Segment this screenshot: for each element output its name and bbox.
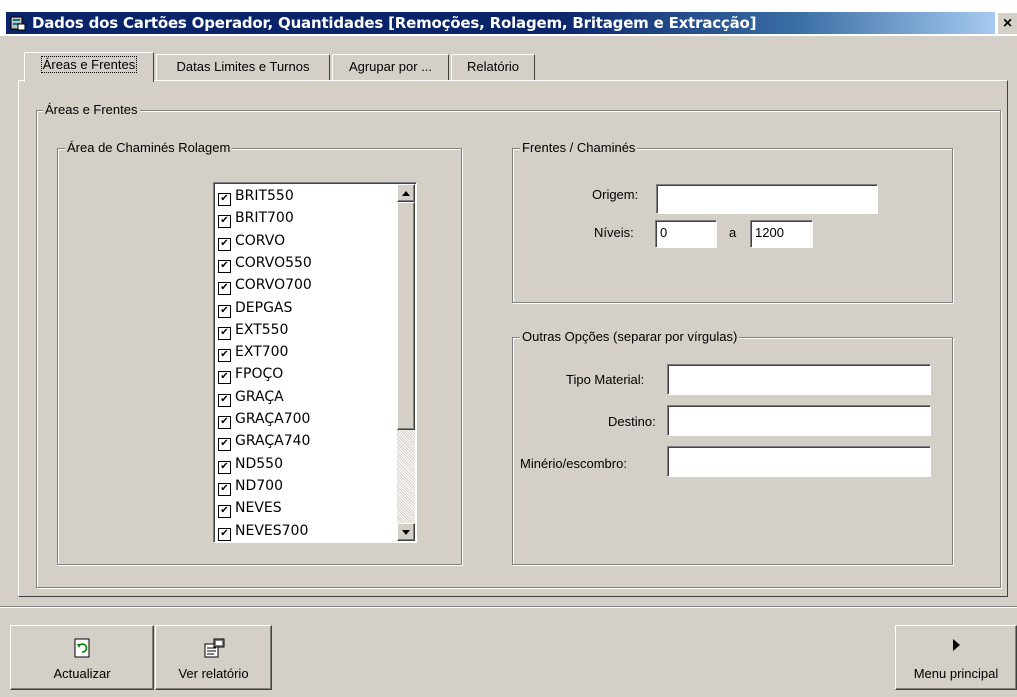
list-item-label: EXT700 (235, 344, 289, 361)
checkbox[interactable]: ✔ (218, 438, 231, 452)
list-item[interactable]: ✔ CORVO550 (218, 252, 312, 274)
tipo-material-label: Tipo Material: (566, 372, 645, 387)
list-item-label: GRAÇA (235, 388, 284, 405)
list-item[interactable]: ✔ NEVES700 (218, 520, 308, 542)
actualizar-button-label: Actualizar (53, 666, 111, 681)
menu-principal-button[interactable]: Menu principal (895, 625, 1017, 690)
app-icon (10, 16, 26, 31)
report-icon (204, 638, 224, 658)
play-arrow-icon (953, 639, 960, 651)
list-item[interactable]: ✔ EXT700 (218, 341, 288, 363)
tab-areas-frentes-label: Áreas e Frentes (40, 56, 138, 73)
checkbox[interactable]: ✔ (218, 259, 231, 273)
origem-label: Origem: (592, 187, 639, 202)
tab-relatorio[interactable]: Relatório (451, 54, 535, 80)
origem-input[interactable] (656, 184, 878, 214)
checkbox[interactable]: ✔ (218, 215, 231, 229)
list-item-label: ND700 (235, 477, 283, 494)
list-item[interactable]: ✔ GRAÇA700 (218, 408, 310, 430)
listbox-scrollbar[interactable] (397, 184, 415, 541)
checkbox[interactable]: ✔ (218, 416, 231, 429)
arrow-down-icon (402, 530, 410, 535)
areas-frentes-frame-label: Áreas e Frentes (43, 102, 140, 118)
list-item-label: GRAÇA700 (235, 411, 311, 427)
minerio-escombro-label: Minério/escombro: (520, 456, 627, 471)
menu-principal-button-label: Menu principal (913, 666, 999, 681)
actualizar-button[interactable]: Actualizar (10, 625, 154, 690)
list-item[interactable]: ✔ GRAÇA740 (218, 430, 310, 452)
title-bar: Dados dos Cartões Operador, Quantidades … (0, 0, 1017, 36)
checkbox[interactable]: ✔ (218, 193, 231, 206)
area-chamines-group-label: Área de Chaminés Rolagem (65, 140, 233, 156)
list-item[interactable]: ✔ CORVO700 (218, 274, 312, 296)
checkbox[interactable]: ✔ (218, 237, 231, 251)
minerio-escombro-input[interactable] (667, 446, 931, 477)
niveis-to-input[interactable]: 1200 (750, 220, 813, 248)
list-item-label: BRIT700 (235, 210, 294, 227)
checkbox[interactable]: ✔ (218, 349, 231, 363)
frentes-chamines-group-label: Frentes / Chaminés (520, 140, 638, 156)
tab-datas-limites-turnos[interactable]: Datas Limites e Turnos (156, 54, 330, 80)
checkbox[interactable]: ✔ (218, 371, 231, 385)
checkbox[interactable]: ✔ (218, 304, 231, 318)
window-title: Dados dos Cartões Operador, Quantidades … (32, 14, 757, 32)
close-icon: × (1002, 15, 1013, 32)
list-item-label: CORVO550 (235, 254, 312, 271)
checkbox[interactable]: ✔ (218, 482, 231, 496)
list-item[interactable]: ✔ BRIT550 (218, 185, 294, 207)
list-item-label: FPOÇO (235, 366, 284, 383)
list-item-label: EXT550 (235, 321, 289, 338)
area-chamines-listbox[interactable]: ✔ BRIT550 ✔ BRIT700 ✔ CORVO ✔ CORVO550 ✔ CORVO700… (213, 182, 417, 543)
list-item[interactable]: ✔ GRAÇA (218, 386, 284, 408)
checkbox[interactable]: ✔ (218, 527, 231, 541)
close-button[interactable]: × (998, 13, 1017, 34)
list-item[interactable]: ✔ BRIT700 (218, 207, 294, 229)
niveis-from-input[interactable]: 0 (655, 220, 717, 248)
tab-datas-limites-turnos-label: Datas Limites e Turnos (176, 59, 310, 74)
list-item[interactable]: ✔ ND550 (218, 453, 283, 475)
tipo-material-input[interactable] (667, 364, 931, 395)
list-item[interactable]: ✔ NEVES (218, 497, 282, 519)
scroll-up-button[interactable] (397, 184, 415, 202)
tab-agrupar-por-label: Agrupar por ... (348, 59, 433, 74)
list-item-label: NEVES700 (235, 522, 309, 539)
ver-relatorio-button[interactable]: Ver relatório (155, 625, 272, 690)
niveis-separator: a (729, 225, 737, 240)
destino-input[interactable] (667, 405, 931, 436)
list-item[interactable]: ✔ EXT550 (218, 319, 288, 341)
list-item-label: CORVO700 (235, 277, 312, 294)
tab-relatorio-label: Relatório (466, 59, 520, 74)
checkbox[interactable]: ✔ (218, 460, 231, 474)
list-item-label: GRAÇA740 (235, 433, 311, 450)
checkbox[interactable]: ✔ (218, 282, 231, 296)
list-item[interactable]: ✔ ND700 (218, 475, 283, 497)
arrow-up-icon (402, 191, 410, 196)
list-item-label: ND550 (235, 455, 283, 472)
list-item[interactable]: ✔ CORVO (218, 230, 285, 252)
niveis-label: Níveis: (594, 225, 634, 240)
list-item-label: BRIT550 (235, 188, 294, 204)
tab-areas-frentes[interactable]: Áreas e Frentes (24, 52, 154, 82)
toolbar-separator (0, 606, 1017, 608)
tab-agrupar-por[interactable]: Agrupar por ... (332, 54, 449, 80)
checkbox[interactable]: ✔ (218, 505, 231, 519)
list-item[interactable]: ✔ DEPGAS (218, 297, 292, 319)
scroll-down-button[interactable] (397, 523, 415, 541)
list-item-label: CORVO (235, 232, 286, 249)
destino-label: Destino: (608, 414, 656, 429)
outras-opcoes-group-label: Outras Opções (separar por vírgulas) (520, 329, 740, 345)
list-item[interactable]: ✔ FPOÇO (218, 363, 283, 385)
list-item-label: NEVES (235, 500, 282, 517)
refresh-icon (74, 638, 90, 658)
scroll-thumb[interactable] (397, 202, 415, 430)
ver-relatorio-button-label: Ver relatório (178, 666, 249, 681)
list-item-label: DEPGAS (235, 299, 293, 316)
checkbox[interactable]: ✔ (218, 326, 231, 340)
checkbox[interactable]: ✔ (218, 393, 231, 407)
